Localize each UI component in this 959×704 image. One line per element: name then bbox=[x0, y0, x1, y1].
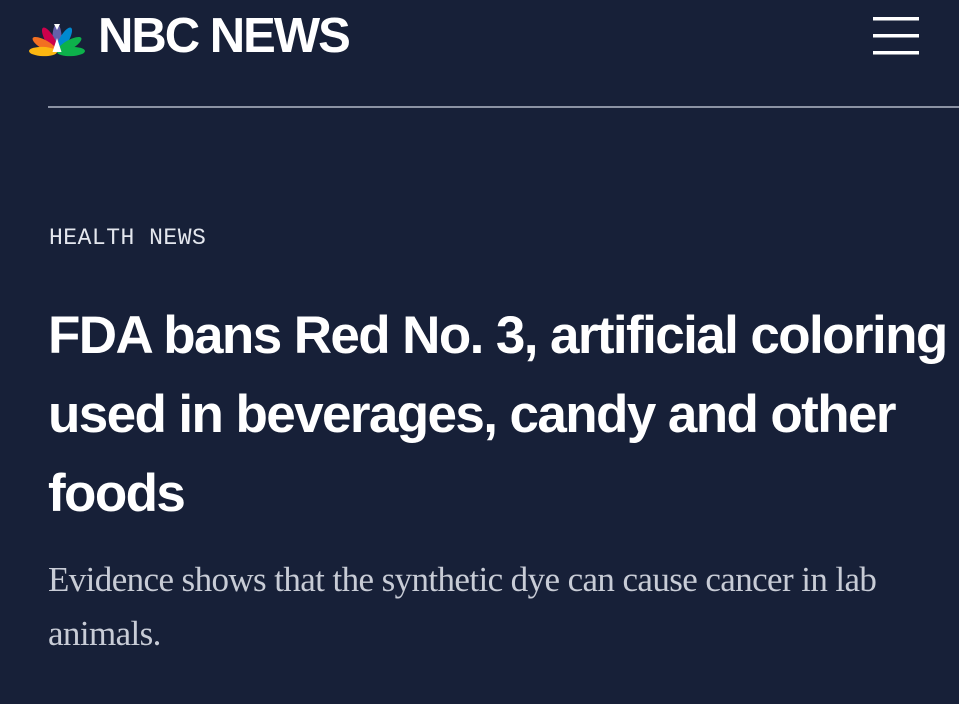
nbc-peacock-icon bbox=[29, 24, 85, 57]
hamburger-menu-icon bbox=[873, 17, 919, 55]
article-subheadline: Evidence shows that the synthetic dye ca… bbox=[48, 560, 877, 653]
section-label[interactable]: HEALTH NEWS bbox=[49, 225, 206, 251]
brand-name: NBC NEWS bbox=[98, 9, 351, 63]
article-headline: FDA bans Red No. 3, artificial coloring … bbox=[48, 306, 948, 523]
nbc-news-logo[interactable]: NBC NEWS bbox=[22, 9, 351, 63]
site-header: NBC NEWS bbox=[0, 0, 959, 108]
header-divider bbox=[48, 106, 959, 108]
menu-button[interactable] bbox=[870, 14, 924, 58]
